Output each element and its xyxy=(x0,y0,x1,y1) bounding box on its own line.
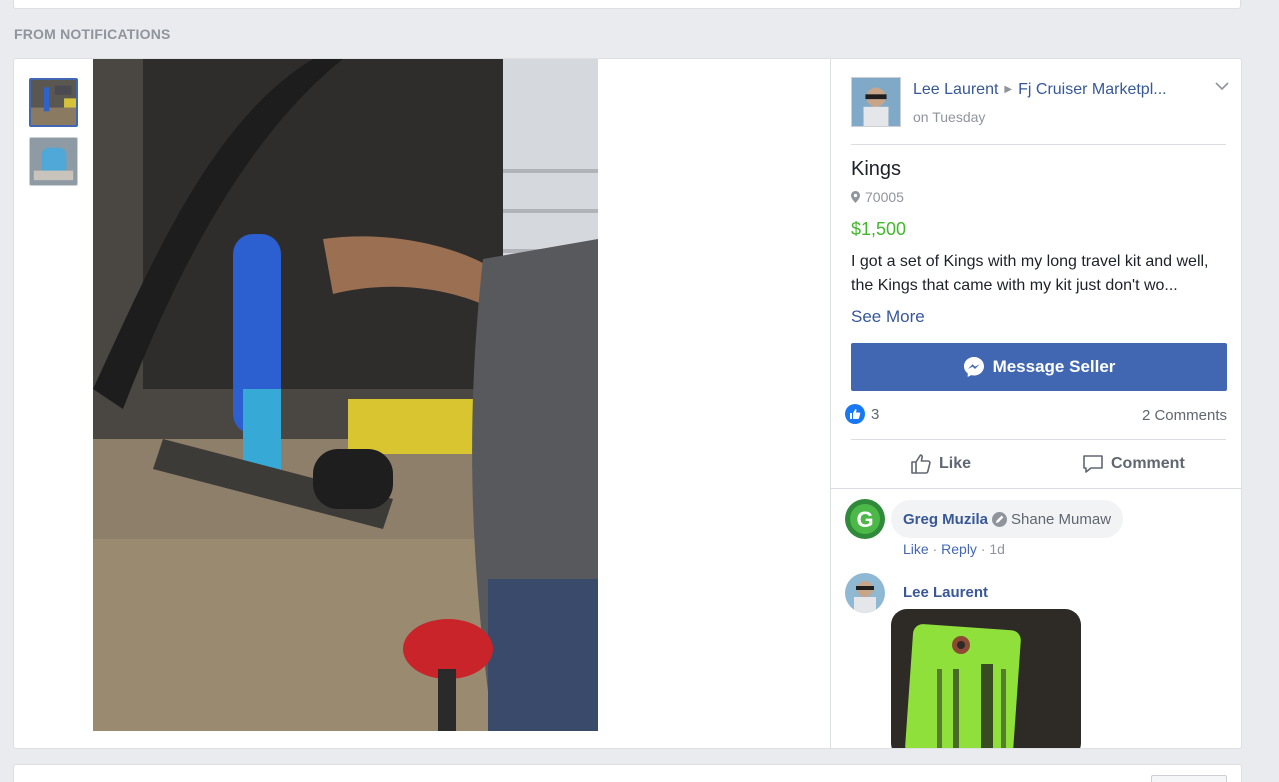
comment-reply-link[interactable]: Reply xyxy=(941,541,977,557)
listing-location: 70005 xyxy=(851,189,904,205)
author-avatar[interactable] xyxy=(851,77,901,127)
listing-sidebar: Lee Laurent ▶ Fj Cruiser Marketpl... on Tu… xyxy=(830,59,1241,748)
marketplace-post-card: Lee Laurent ▶ Fj Cruiser Marketpl... on Tu… xyxy=(13,58,1242,749)
see-more-link[interactable]: See More xyxy=(851,307,925,327)
message-seller-button[interactable]: Message Seller xyxy=(851,343,1227,391)
post-header: Lee Laurent ▶ Fj Cruiser Marketpl... xyxy=(913,81,1167,99)
reaction-count: 3 xyxy=(871,405,880,423)
listing-description: I got a set of Kings with my long travel… xyxy=(851,253,1209,294)
comment-time[interactable]: 1d xyxy=(989,541,1005,557)
pencil-tag-icon xyxy=(992,511,1008,527)
location-text: 70005 xyxy=(865,189,904,205)
next-card-button[interactable] xyxy=(1151,775,1227,782)
photo-thumbnail-1[interactable] xyxy=(29,78,78,127)
comment-bubble-greg: Greg Muzila Shane Mumaw xyxy=(891,500,1124,538)
like-button[interactable]: Like xyxy=(909,452,971,476)
messenger-icon xyxy=(963,357,984,377)
separator: · xyxy=(932,541,938,557)
tagged-user-name: Shane Mumaw xyxy=(1011,510,1112,528)
comment-photo-order-tag[interactable] xyxy=(891,609,1081,748)
header-divider xyxy=(851,144,1226,145)
commenter-avatar-greg[interactable]: G xyxy=(845,499,885,539)
comment-actions-greg: Like · Reply · 1d xyxy=(903,541,1005,557)
tagged-user[interactable]: Shane Mumaw xyxy=(992,511,1111,528)
post-timestamp[interactable]: on Tuesday xyxy=(913,109,985,125)
comment-label: Comment xyxy=(1111,455,1185,472)
actions-divider xyxy=(831,488,1241,489)
next-card xyxy=(13,764,1242,782)
separator: · xyxy=(980,541,986,557)
message-seller-label: Message Seller xyxy=(992,357,1116,376)
comment-button[interactable]: Comment xyxy=(1081,452,1185,476)
section-label: FROM NOTIFICATIONS xyxy=(14,26,171,42)
commenter-name-greg[interactable]: Greg Muzila xyxy=(903,511,988,528)
photo-thumbnail-2[interactable] xyxy=(29,137,78,186)
reaction-summary[interactable]: 3 xyxy=(845,404,879,424)
group-name-link[interactable]: Fj Cruiser Marketpl... xyxy=(1018,81,1166,98)
arrow-right-icon: ▶ xyxy=(1004,84,1013,95)
thumbs-up-outline-icon xyxy=(911,454,931,474)
listing-main-photo[interactable] xyxy=(93,59,598,731)
chevron-down-icon[interactable] xyxy=(1215,81,1229,91)
commenter-name-lee[interactable]: Lee Laurent xyxy=(903,584,988,601)
comment-like-link[interactable]: Like xyxy=(903,541,929,557)
author-name-link[interactable]: Lee Laurent xyxy=(913,81,998,98)
previous-card xyxy=(13,0,1241,9)
listing-title: Kings xyxy=(851,158,902,180)
comments-count-link[interactable]: 2 Comments xyxy=(1142,407,1227,424)
thumbs-up-reaction-icon xyxy=(845,404,865,424)
listing-price: $1,500 xyxy=(851,219,907,239)
like-label: Like xyxy=(939,455,972,472)
commenter-avatar-lee[interactable] xyxy=(845,573,885,613)
map-pin-icon xyxy=(851,191,860,203)
speech-bubble-icon xyxy=(1083,455,1103,473)
svg-text:G: G xyxy=(856,507,873,532)
page-scrollbar[interactable] xyxy=(1262,0,1279,782)
stats-divider xyxy=(851,439,1226,440)
